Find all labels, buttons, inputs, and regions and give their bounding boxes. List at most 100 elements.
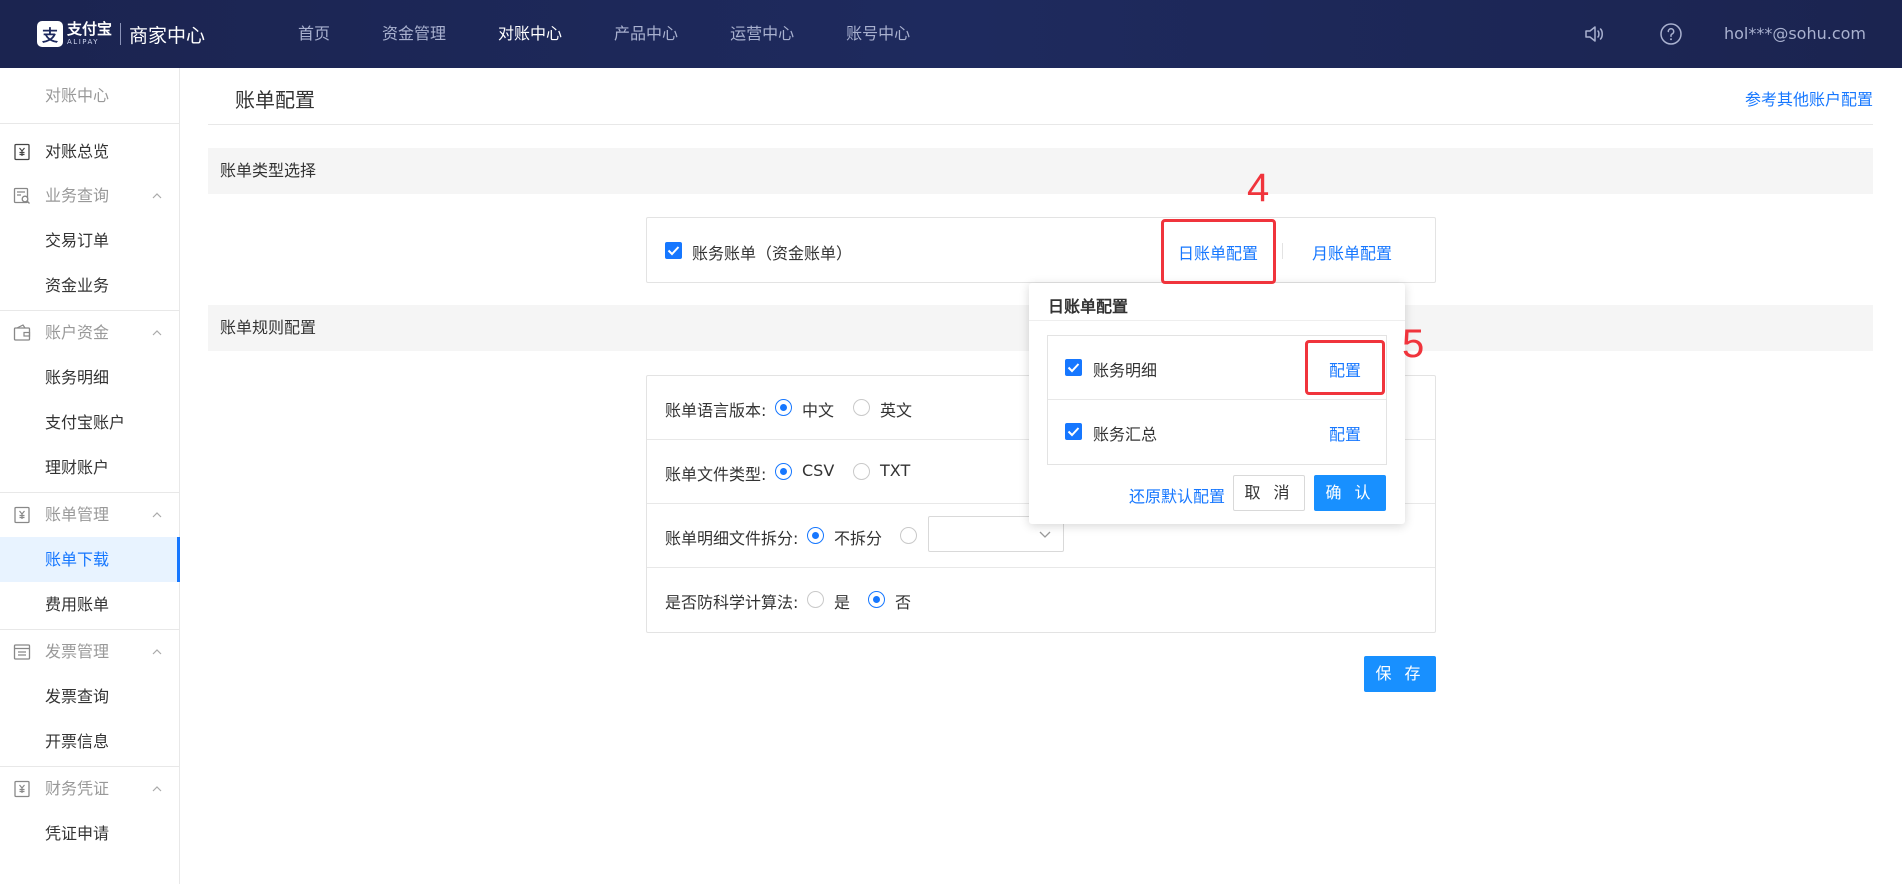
confirm-button[interactable]: 确 认 <box>1314 475 1386 511</box>
chevron-up-icon <box>152 786 162 792</box>
sidebar-title: 对账中心 <box>0 68 179 124</box>
yen-doc-icon <box>14 143 30 161</box>
radio-split[interactable] <box>900 527 917 544</box>
radio-yes-label: 是 <box>834 593 851 612</box>
sidebar-group-bill-management[interactable]: 账单管理 <box>0 493 179 537</box>
sidebar-item-fund-business[interactable]: 资金业务 <box>0 263 179 308</box>
nav-products[interactable]: 产品中心 <box>614 0 678 68</box>
check-icon <box>667 246 680 256</box>
restore-default-link[interactable]: 还原默认配置 <box>1129 483 1225 507</box>
annotation-box-step5 <box>1305 340 1385 395</box>
radio-txt[interactable] <box>853 463 870 480</box>
annotation-number-step4: 4 <box>1247 166 1270 210</box>
chevron-up-icon <box>152 330 162 336</box>
sidebar-group-label: 账单管理 <box>45 505 110 524</box>
monthly-bill-config-link[interactable]: 月账单配置 <box>1312 240 1392 264</box>
sidebar-group-label: 发票管理 <box>45 642 110 661</box>
logo-en: ALIPAY <box>67 38 100 46</box>
bill-icon <box>14 506 30 524</box>
bill-type-checkbox[interactable] <box>665 242 682 259</box>
radio-no-label: 否 <box>895 593 912 612</box>
radio-chinese-label: 中文 <box>802 401 835 420</box>
radio-english-label: 英文 <box>880 401 913 420</box>
sidebar-item-invoice-query[interactable]: 发票查询 <box>0 674 179 719</box>
logo-divider <box>120 23 122 45</box>
speaker-icon[interactable] <box>1582 22 1606 46</box>
sidebar-group-business-query[interactable]: 业务查询 <box>0 174 179 218</box>
rule-scientific-label: 是否防科学计算法: <box>665 593 799 612</box>
sidebar-item-bill-download[interactable]: 账单下载 <box>0 537 180 582</box>
nav-funds[interactable]: 资金管理 <box>382 0 446 68</box>
bill-type-label: 账务账单（资金账单） <box>692 244 853 263</box>
account-summary-checkbox[interactable] <box>1065 423 1082 440</box>
section-bill-type: 账单类型选择 <box>208 148 1873 194</box>
help-icon[interactable] <box>1659 22 1683 46</box>
nav-reconciliation[interactable]: 对账中心 <box>498 0 562 68</box>
sidebar-group-label: 业务查询 <box>45 186 110 205</box>
sidebar-item-fee-bill[interactable]: 费用账单 <box>0 582 179 627</box>
alipay-logo-icon: 支 <box>37 21 63 47</box>
sidebar-item-overview[interactable]: 对账总览 <box>0 130 179 174</box>
nav-operations[interactable]: 运营中心 <box>730 0 794 68</box>
alipay-logo[interactable]: 支 支付宝 ALIPAY 商家中心 <box>37 20 205 48</box>
nav-home[interactable]: 首页 <box>298 0 330 68</box>
radio-no[interactable] <box>868 591 885 608</box>
sidebar-item-trade-orders[interactable]: 交易订单 <box>0 218 179 263</box>
sidebar-item-invoice-info[interactable]: 开票信息 <box>0 719 179 764</box>
invoice-icon <box>13 644 31 660</box>
bill-type-box: 账务账单（资金账单） 日账单配置 月账单配置 <box>646 217 1436 283</box>
title-divider <box>208 124 1873 125</box>
sidebar-item-label: 对账总览 <box>45 142 110 161</box>
radio-yes[interactable] <box>807 591 824 608</box>
sidebar-item-alipay-account[interactable]: 支付宝账户 <box>0 400 179 445</box>
radio-no-split-label: 不拆分 <box>834 529 883 548</box>
chevron-up-icon <box>152 512 162 518</box>
search-doc-icon <box>13 187 30 204</box>
popover-row-label: 账务汇总 <box>1093 425 1158 444</box>
cancel-button[interactable]: 取 消 <box>1233 475 1305 511</box>
sidebar-group-finance-voucher[interactable]: 财务凭证 <box>0 767 179 811</box>
popover-divider <box>1029 320 1405 321</box>
popover-row-label: 账务明细 <box>1093 361 1158 380</box>
save-button[interactable]: 保 存 <box>1364 656 1436 692</box>
radio-csv-label: CSV <box>802 461 835 480</box>
radio-english[interactable] <box>853 399 870 416</box>
link-divider <box>1282 243 1283 259</box>
rule-filetype-label: 账单文件类型: <box>665 465 767 484</box>
account-summary-config-link[interactable]: 配置 <box>1329 421 1361 445</box>
chevron-up-icon <box>152 649 162 655</box>
top-header: 支 支付宝 ALIPAY 商家中心 首页 资金管理 对账中心 产品中心 运营中心… <box>0 0 1902 68</box>
sidebar-group-invoice-management[interactable]: 发票管理 <box>0 630 179 674</box>
wallet-icon <box>13 324 31 341</box>
popover-row: 账务汇总 配置 <box>1048 400 1386 464</box>
radio-csv[interactable] <box>775 463 792 480</box>
daily-bill-config-popover: 日账单配置 账务明细 配置 账务汇总 配置 还原默认配置 取 消 确 认 <box>1029 283 1405 524</box>
account-details-checkbox[interactable] <box>1065 359 1082 376</box>
rule-language-label: 账单语言版本: <box>665 401 767 420</box>
sidebar-group-label: 财务凭证 <box>45 779 110 798</box>
user-account[interactable]: hol***@sohu.com <box>1724 0 1866 68</box>
annotation-number-step5: 5 <box>1402 322 1425 366</box>
check-icon <box>1067 363 1080 373</box>
popover-title: 日账单配置 <box>1048 297 1129 316</box>
logo-cn: 支付宝 <box>67 20 113 38</box>
radio-no-split[interactable] <box>807 527 824 544</box>
sidebar-item-voucher-apply[interactable]: 凭证申请 <box>0 811 179 856</box>
radio-txt-label: TXT <box>880 461 911 480</box>
sidebar-group-account-funds[interactable]: 账户资金 <box>0 311 179 355</box>
merchant-center-title: 商家中心 <box>129 24 206 47</box>
annotation-box-step4 <box>1161 219 1276 284</box>
page-title: 账单配置 <box>235 88 315 112</box>
rule-scientific: 是否防科学计算法: 是 否 <box>647 568 1435 632</box>
chevron-up-icon <box>152 193 162 199</box>
chevron-down-icon <box>1039 531 1051 538</box>
reference-other-config-link[interactable]: 参考其他账户配置 <box>1745 86 1873 110</box>
radio-chinese[interactable] <box>775 399 792 416</box>
top-nav: 首页 资金管理 对账中心 产品中心 运营中心 账号中心 <box>298 0 962 68</box>
sidebar-group-label: 账户资金 <box>45 323 110 342</box>
rule-split-label: 账单明细文件拆分: <box>665 529 799 548</box>
sidebar-item-wealth-account[interactable]: 理财账户 <box>0 445 179 490</box>
sidebar-item-account-details[interactable]: 账务明细 <box>0 355 179 400</box>
nav-account[interactable]: 账号中心 <box>846 0 910 68</box>
check-icon <box>1067 427 1080 437</box>
